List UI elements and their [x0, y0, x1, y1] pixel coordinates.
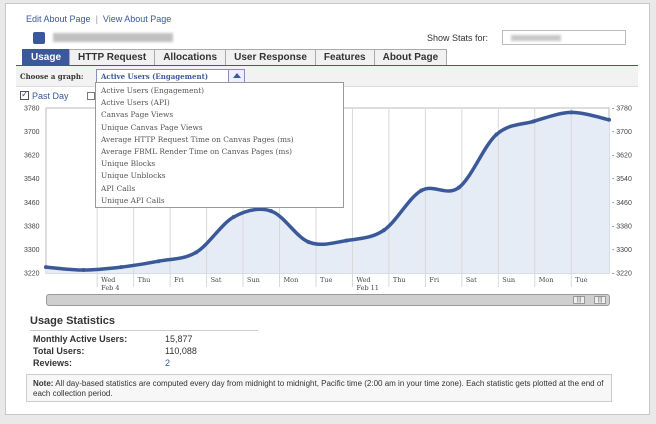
- dropdown-option[interactable]: Unique Unblocks: [96, 170, 343, 182]
- data-point: [381, 228, 386, 233]
- data-point: [607, 117, 611, 122]
- stat-value: 15,877: [165, 334, 193, 344]
- data-point: [419, 188, 424, 193]
- x-tick-label: Wed: [101, 276, 115, 284]
- y-tick-label-right: - 3700: [612, 129, 632, 136]
- y-tick-label-left: 3780: [24, 106, 40, 113]
- dropdown-option[interactable]: Average HTTP Request Time on Canvas Page…: [96, 134, 343, 146]
- x-tick-label: Thu: [393, 276, 406, 284]
- y-tick-label-left: 3300: [24, 247, 40, 254]
- dropdown-option[interactable]: Unique API Calls: [96, 195, 343, 207]
- data-point: [344, 238, 349, 243]
- x-tick-label: Wed: [356, 276, 370, 284]
- graph-dropdown-menu: Active Users (Engagement) Active Users (…: [95, 82, 344, 208]
- dropdown-option[interactable]: Canvas Page Views: [96, 109, 343, 121]
- data-point: [119, 265, 124, 270]
- x-tick-label: Sat: [466, 276, 477, 284]
- data-point: [494, 132, 499, 137]
- y-tick-label-right: - 3780: [612, 106, 632, 113]
- data-point: [456, 185, 461, 190]
- y-tick-label-right: - 3460: [612, 200, 632, 207]
- data-point: [156, 259, 161, 264]
- data-point: [531, 119, 536, 124]
- data-point: [194, 250, 199, 255]
- usage-statistics: Usage Statistics: [30, 315, 258, 331]
- y-tick-label-right: - 3380: [612, 223, 632, 230]
- stat-value: 110,088: [165, 346, 197, 356]
- x-tick-label: Sat: [211, 276, 222, 284]
- stat-label: Monthly Active Users:: [33, 334, 128, 344]
- y-tick-label-right: - 3220: [612, 271, 632, 278]
- x-tick-label: Mon: [284, 276, 299, 284]
- dropdown-option[interactable]: Unique Blocks: [96, 158, 343, 170]
- y-tick-label-right: - 3300: [612, 247, 632, 254]
- y-tick-label-left: 3460: [24, 200, 40, 207]
- data-point: [44, 265, 48, 270]
- reviews-link[interactable]: 2: [165, 358, 170, 368]
- chart-range-scrollbar[interactable]: ||| |||: [46, 294, 610, 306]
- scroll-grip-icon[interactable]: |||: [594, 296, 606, 304]
- dropdown-option[interactable]: Unique Canvas Page Views: [96, 122, 343, 134]
- dropdown-option[interactable]: Average FBML Render Time on Canvas Pages…: [96, 146, 343, 158]
- x-tick-label: Sun: [247, 276, 260, 284]
- x-tick-label: Tue: [575, 276, 588, 284]
- note-text: All day-based statistics are computed ev…: [33, 379, 604, 398]
- data-point: [231, 215, 236, 220]
- x-tick-label: Sun: [502, 276, 515, 284]
- x-tick-label: Fri: [429, 276, 439, 284]
- x-tick-label: Mon: [539, 276, 554, 284]
- y-tick-label-left: 3620: [24, 153, 40, 160]
- stat-label: Total Users:: [33, 346, 85, 356]
- y-tick-label-left: 3220: [24, 271, 40, 278]
- data-point: [81, 268, 86, 273]
- x-tick-label: Feb 4: [101, 284, 119, 292]
- y-tick-label-left: 3540: [24, 176, 40, 183]
- x-tick-label: Thu: [138, 276, 151, 284]
- dropdown-option[interactable]: API Calls: [96, 183, 343, 195]
- usage-statistics-title: Usage Statistics: [30, 315, 258, 331]
- note-label: Note:: [33, 379, 54, 388]
- note-box: Note: All day-based statistics are compu…: [26, 374, 612, 402]
- stat-label: Reviews:: [33, 358, 73, 368]
- x-tick-label: Fri: [174, 276, 184, 284]
- data-point: [269, 209, 274, 214]
- dropdown-option[interactable]: Active Users (Engagement): [96, 85, 343, 97]
- data-point: [306, 240, 311, 245]
- y-tick-label-left: 3380: [24, 223, 40, 230]
- y-tick-label-right: - 3540: [612, 176, 632, 183]
- x-tick-label: Tue: [320, 276, 333, 284]
- dropdown-option[interactable]: Active Users (API): [96, 97, 343, 109]
- data-point: [569, 110, 574, 115]
- y-tick-label-left: 3700: [24, 129, 40, 136]
- active-users-chart: WedFeb 4Thu Fri Sat Sun Mon Tue WedFeb 11Thu Fr…: [24, 106, 632, 293]
- x-tick-label: Feb 11: [356, 284, 379, 292]
- scroll-grip-icon[interactable]: |||: [573, 296, 585, 304]
- y-tick-label-right: - 3620: [612, 153, 632, 160]
